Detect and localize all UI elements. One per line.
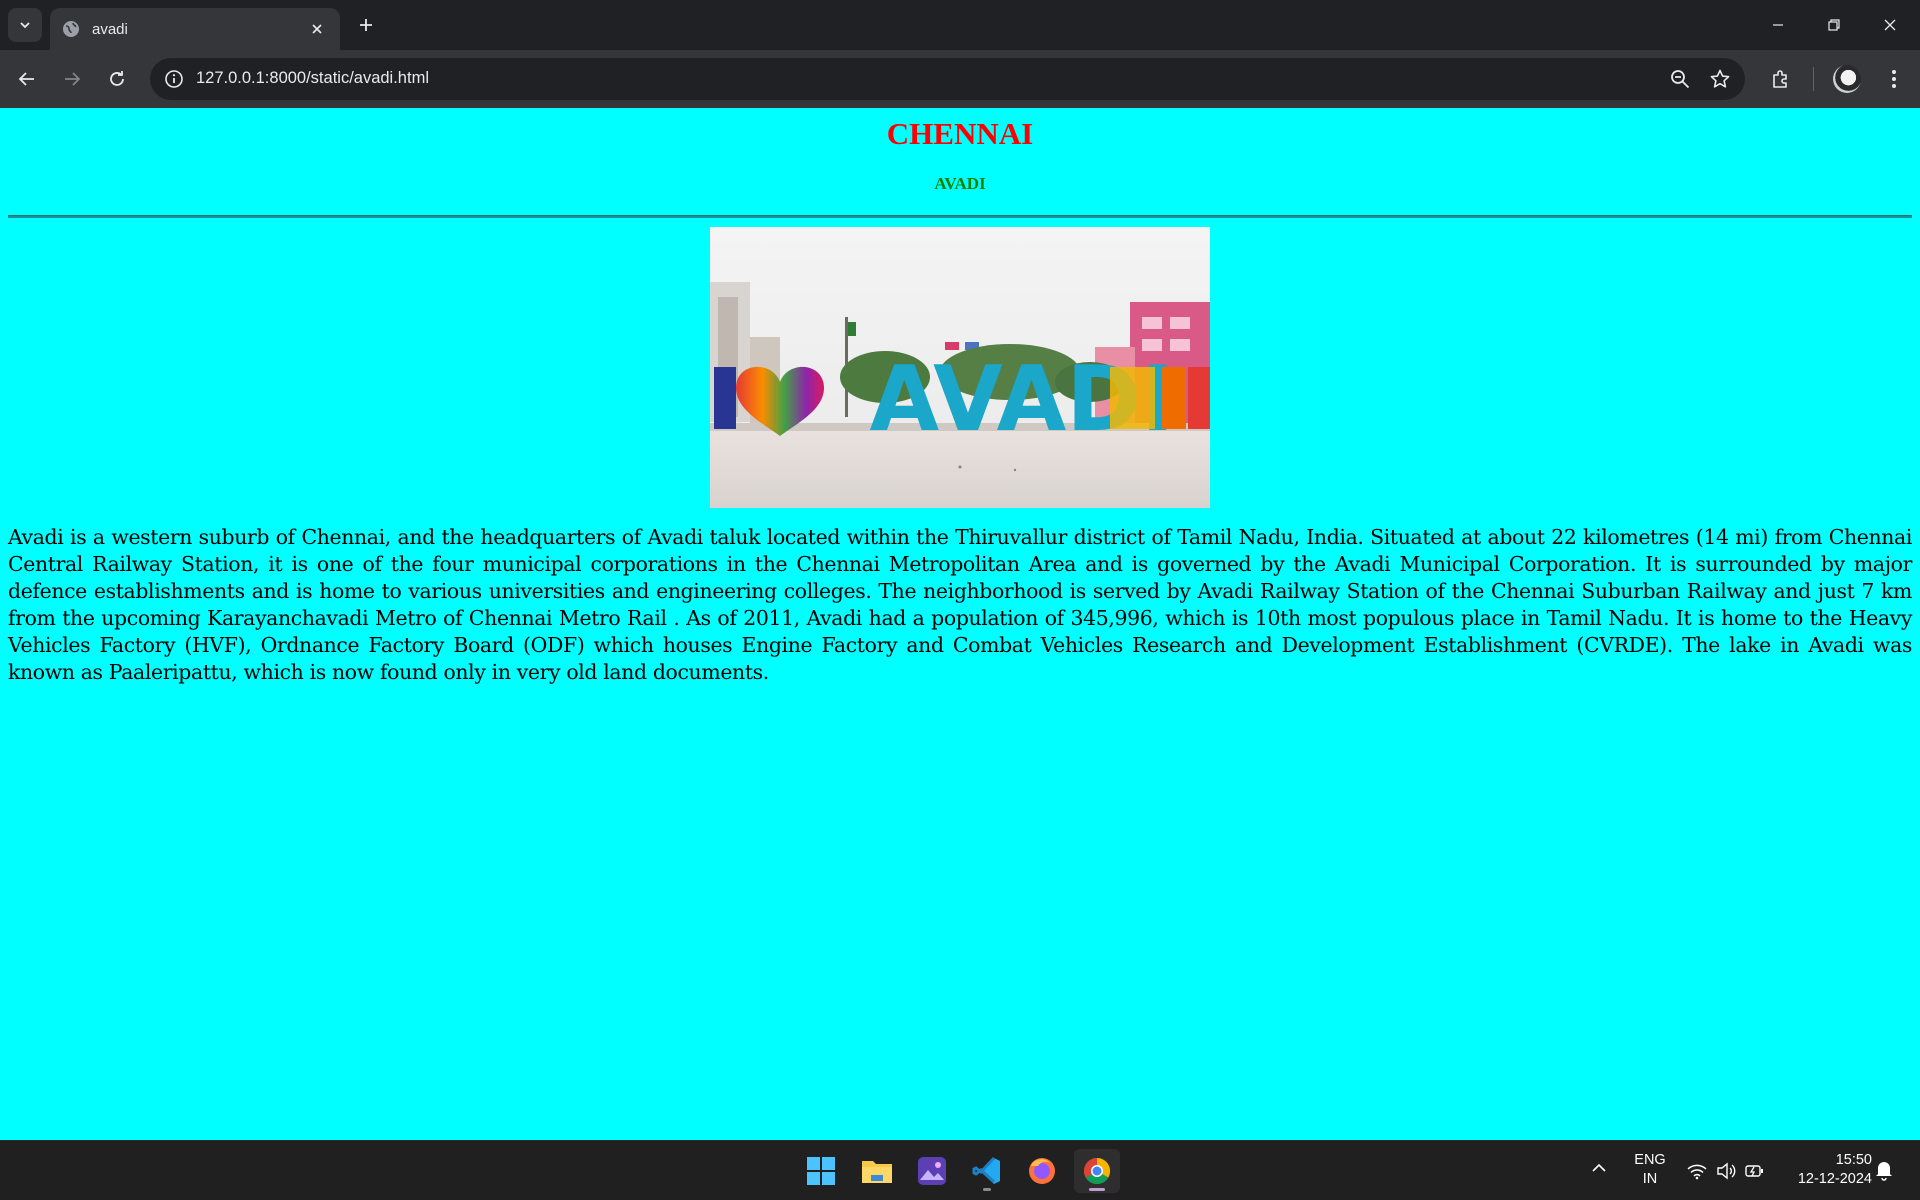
description-paragraph: Avadi is a western suburb of Chennai, an…: [8, 525, 1912, 684]
clock[interactable]: 15:50 12-12-2024: [1782, 1151, 1872, 1189]
clock-date: 12-12-2024: [1797, 1171, 1872, 1187]
site-info-icon[interactable]: [162, 67, 186, 91]
avadi-sign-photo: AVADI: [710, 227, 1210, 508]
puzzle-icon: [1773, 70, 1787, 88]
notifications-button[interactable]: [1874, 1159, 1898, 1183]
browser-tab[interactable]: avadi: [50, 8, 340, 50]
address-bar[interactable]: 127.0.0.1:8000/static/avadi.html: [150, 58, 1745, 100]
bell-icon: [1876, 1162, 1892, 1181]
firefox-icon: [1029, 1158, 1055, 1184]
browser-tab-bar: avadi: [0, 0, 1920, 50]
language-code: ENG: [1634, 1152, 1666, 1168]
file-explorer-button[interactable]: [854, 1149, 900, 1193]
windows-logo-icon: [807, 1157, 835, 1185]
folder-icon: [862, 1161, 892, 1183]
active-indicator: [1089, 1188, 1105, 1191]
page-heading: CHENNAI: [886, 116, 1034, 151]
toolbar-divider: [1813, 67, 1814, 91]
url-text: 127.0.0.1:8000/static/avadi.html: [196, 69, 429, 87]
show-hidden-icons-button[interactable]: [1590, 1159, 1614, 1183]
browser-toolbar: 127.0.0.1:8000/static/avadi.html: [0, 50, 1920, 108]
minimize-button[interactable]: [1750, 0, 1806, 50]
globe-icon: [63, 21, 79, 37]
more-vertical-icon: [1892, 70, 1896, 88]
chevron-down-icon: [20, 22, 30, 29]
arrow-left-icon: [18, 72, 34, 86]
close-icon: [1884, 19, 1896, 31]
volume-icon: [1717, 1162, 1736, 1180]
close-window-button[interactable]: [1862, 0, 1918, 50]
page-subheading: AVADI: [934, 174, 986, 193]
vscode-button[interactable]: [964, 1149, 1010, 1193]
extensions-button[interactable]: [1766, 64, 1796, 94]
minimize-icon: [1773, 24, 1783, 26]
arrow-right-icon: [65, 72, 81, 86]
tab-title: avadi: [92, 20, 128, 38]
photos-icon: [918, 1157, 946, 1185]
profile-avatar[interactable]: [1833, 65, 1861, 93]
system-tray-status[interactable]: [1686, 1159, 1776, 1183]
web-page: CHENNAI AVADI AVADI Avadi is a western s…: [0, 108, 1920, 1140]
photos-app-button[interactable]: [909, 1149, 955, 1193]
restore-button[interactable]: [1806, 0, 1862, 50]
close-tab-icon[interactable]: [306, 18, 328, 40]
chevron-up-icon: [1592, 1163, 1606, 1172]
region-code: IN: [1642, 1171, 1658, 1187]
back-button[interactable]: [12, 64, 42, 94]
windows-taskbar: ENG IN 15:50 12-12-2024: [0, 1140, 1920, 1200]
tab-search-button[interactable]: [8, 8, 42, 42]
browser-menu-button[interactable]: [1879, 64, 1909, 94]
chrome-button[interactable]: [1074, 1149, 1120, 1193]
running-indicator: [983, 1188, 991, 1191]
restore-icon: [1828, 19, 1840, 31]
language-indicator[interactable]: ENG IN: [1628, 1151, 1672, 1189]
plus-icon: [360, 19, 372, 31]
reload-icon: [110, 71, 124, 86]
reload-button[interactable]: [102, 64, 132, 94]
start-button[interactable]: [798, 1149, 844, 1193]
clock-time: 15:50: [1835, 1152, 1872, 1168]
vscode-icon: [972, 1156, 1000, 1184]
horizontal-rule: [8, 215, 1912, 218]
battery-icon: [1745, 1165, 1763, 1177]
zoom-icon[interactable]: [1669, 68, 1691, 90]
firefox-button[interactable]: [1019, 1149, 1065, 1193]
bookmark-star-icon[interactable]: [1709, 68, 1731, 90]
forward-button[interactable]: [57, 64, 87, 94]
new-tab-button[interactable]: [352, 11, 380, 39]
chrome-icon: [1083, 1157, 1111, 1185]
wifi-icon: [1687, 1164, 1707, 1180]
